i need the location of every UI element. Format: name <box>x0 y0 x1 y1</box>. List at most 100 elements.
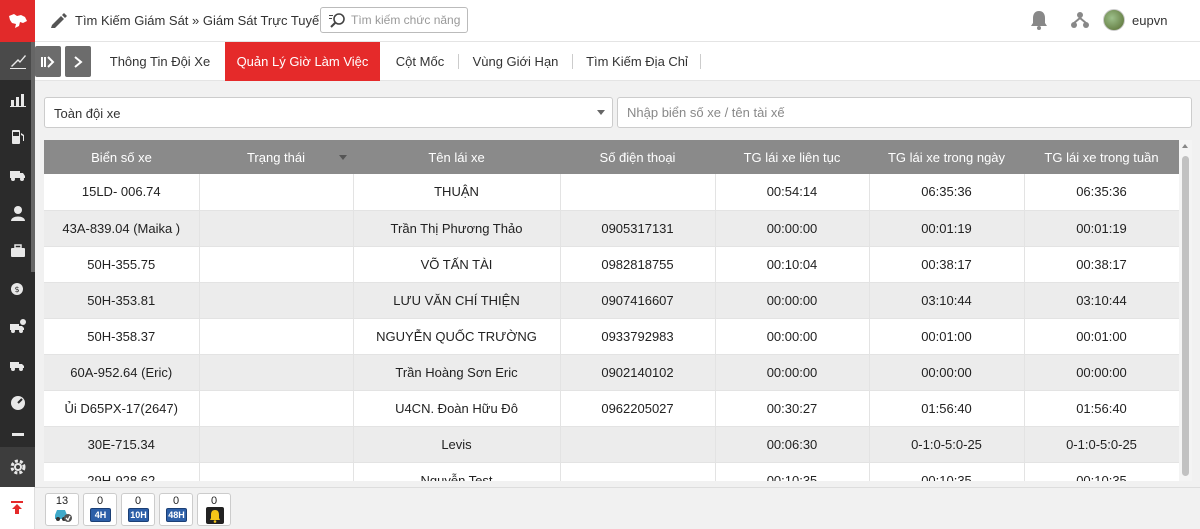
fleet-select[interactable]: Toàn đội xe <box>44 97 613 128</box>
map-monitor-icon <box>9 55 26 69</box>
table-cell: 00:10:35 <box>869 462 1025 481</box>
column-header[interactable]: TG lái xe trong tuần <box>1024 140 1179 174</box>
table-cell: 06:35:36 <box>1024 174 1180 211</box>
table-cell: 0902140102 <box>560 354 716 391</box>
sidebar-item-business[interactable] <box>0 232 35 270</box>
stat-count: 0 <box>172 495 180 507</box>
column-header[interactable]: Biển số xe <box>44 140 199 174</box>
sidebar-item-drivers[interactable] <box>0 194 35 232</box>
breadcrumb: Tìm Kiếm Giám Sát » Giám Sát Trực Tuyến <box>75 13 326 28</box>
breadcrumb-item[interactable]: Tìm Kiếm Giám Sát <box>75 13 188 28</box>
table-cell: 00:10:04 <box>715 246 870 283</box>
stat-total-vehicles[interactable]: 13 <box>45 493 79 526</box>
stat-alerts[interactable]: 0 <box>197 493 231 526</box>
function-search[interactable] <box>320 7 468 33</box>
table-cell: 50H-355.75 <box>44 246 200 283</box>
column-header[interactable]: TG lái xe trong ngày <box>869 140 1024 174</box>
table-cell: 00:00:00 <box>715 318 870 355</box>
table-cell: Levis <box>353 426 561 463</box>
work-hours-table: Biển số xe Trạng thái Tên lái xe Số điện… <box>44 140 1192 481</box>
table-cell: 0905317131 <box>560 210 716 247</box>
table-row[interactable]: 30E-715.34 Levis 00:06:30 0-1:0-5:0-25 0-1:0… <box>44 426 1180 463</box>
sidebar-item-speed[interactable] <box>0 384 35 422</box>
notification-bell-icon[interactable] <box>1029 9 1049 31</box>
table-cell: 0-1:0-5:0-25 <box>1024 426 1180 463</box>
tab-restricted-zones[interactable]: Vùng Giới Hạn <box>463 42 568 81</box>
stat-4h[interactable]: 0 4H <box>83 493 117 526</box>
table-cell: 00:38:17 <box>869 246 1025 283</box>
svg-text:$: $ <box>14 285 19 294</box>
app-logo[interactable] <box>0 0 35 42</box>
table-cell: NGUYỄN QUỐC TRƯỜNG <box>353 318 561 355</box>
stat-count: 0 <box>134 495 142 507</box>
stat-count: 0 <box>96 495 104 507</box>
table-cell: 29H-928.62 <box>44 462 200 481</box>
table-cell: Trần Thị Phương Thảo <box>353 210 561 247</box>
table-row[interactable]: 50H-353.81 LƯU VĂN CHÍ THIỆN 0907416607 00:… <box>44 282 1180 319</box>
tab-address-search[interactable]: Tìm Kiếm Địa Chỉ <box>578 42 696 81</box>
table-row[interactable]: 43A-839.04 (Maika ) Trần Thị Phương Thảo 0… <box>44 210 1180 247</box>
table-cell: 00:00:00 <box>1024 354 1180 391</box>
table-cell: 00:01:00 <box>1024 318 1180 355</box>
scroll-top-button[interactable] <box>0 487 35 529</box>
table-row[interactable]: 60A-952.64 (Eric) Trần Hoàng Sơn Eric 0902… <box>44 354 1180 391</box>
tab-work-hours[interactable]: Quản Lý Giờ Làm Việc <box>225 42 380 81</box>
plate-driver-search-input[interactable] <box>617 97 1192 128</box>
stat-badge: 10H <box>128 508 149 522</box>
fuel-icon <box>11 130 24 144</box>
table-cell: Trần Hoàng Sơn Eric <box>353 354 561 391</box>
username[interactable]: eupvn <box>1132 13 1167 28</box>
table-cell: Nguyễn Test <box>353 462 561 481</box>
driver-icon <box>10 206 25 221</box>
table-cell <box>560 174 716 211</box>
stat-48h[interactable]: 0 48H <box>159 493 193 526</box>
scroll-up-icon[interactable] <box>1182 144 1188 148</box>
sidebar-item-reports[interactable] <box>0 80 35 118</box>
table-cell: 00:01:19 <box>869 210 1025 247</box>
sidebar-item-routes[interactable] <box>0 346 35 384</box>
settings-button[interactable] <box>0 447 35 487</box>
column-header[interactable]: Số điện thoại <box>560 140 715 174</box>
status-bar: 13 0 4H 0 10H 0 48H 0 <box>35 487 1200 529</box>
table-cell: 0-1:0-5:0-25 <box>869 426 1025 463</box>
table-scrollbar[interactable] <box>1179 140 1192 481</box>
stat-10h[interactable]: 0 10H <box>121 493 155 526</box>
column-header[interactable]: Tên lái xe <box>353 140 560 174</box>
table-cell: 01:56:40 <box>1024 390 1180 427</box>
scrollbar-thumb[interactable] <box>1182 156 1189 476</box>
table-cell: 03:10:44 <box>1024 282 1180 319</box>
alert-bell-icon <box>206 507 224 524</box>
table-row[interactable]: Ủi D65PX-17(2647) U4CN. Đoàn Hữu Đô 096220… <box>44 390 1180 427</box>
collapse-sidebar-button[interactable] <box>35 46 61 77</box>
user-tree-icon[interactable] <box>1070 10 1090 30</box>
sidebar-item-finance[interactable]: $ <box>0 270 35 308</box>
table-cell <box>199 174 354 211</box>
sort-desc-icon[interactable] <box>339 155 347 160</box>
table-cell: 00:01:00 <box>869 318 1025 355</box>
table-cell: 0933792983 <box>560 318 716 355</box>
sidebar-item-fuel[interactable] <box>0 118 35 156</box>
top-header: Tìm Kiếm Giám Sát » Giám Sát Trực Tuyến … <box>35 0 1200 42</box>
column-header-status[interactable]: Trạng thái <box>199 140 353 174</box>
function-search-input[interactable] <box>351 11 463 29</box>
tab-milestones[interactable]: Cột Mốc <box>385 42 455 81</box>
table-row[interactable]: 15LD- 006.74 THUẬN 00:54:14 06:35:36 06:35:3… <box>44 174 1180 211</box>
expand-button[interactable] <box>65 46 91 77</box>
tab-fleet-info[interactable]: Thông Tin Đội Xe <box>100 42 220 81</box>
table-cell: 0907416607 <box>560 282 716 319</box>
tab-divider <box>700 54 701 69</box>
column-header[interactable]: TG lái xe liên tục <box>715 140 869 174</box>
table-row[interactable]: 50H-358.37 NGUYỄN QUỐC TRƯỜNG 0933792983 00… <box>44 318 1180 355</box>
table-cell: U4CN. Đoàn Hữu Đô <box>353 390 561 427</box>
table-cell <box>199 354 354 391</box>
table-row[interactable]: 50H-355.75 VÕ TẤN TÀI 0982818755 00:10:04 00… <box>44 246 1180 283</box>
sidebar-item-alerts[interactable] <box>0 308 35 346</box>
chevron-down-icon <box>597 110 605 115</box>
breadcrumb-item[interactable]: Giám Sát Trực Tuyến <box>203 13 327 28</box>
sidebar-item-vehicles[interactable] <box>0 156 35 194</box>
stat-count: 13 <box>55 495 69 507</box>
collapse-icon <box>41 55 55 68</box>
table-row[interactable]: 29H-928.62 Nguyễn Test 00:10:35 00:10:35 00:… <box>44 462 1180 481</box>
avatar[interactable] <box>1103 9 1125 31</box>
sidebar-item-monitor[interactable] <box>0 42 35 80</box>
